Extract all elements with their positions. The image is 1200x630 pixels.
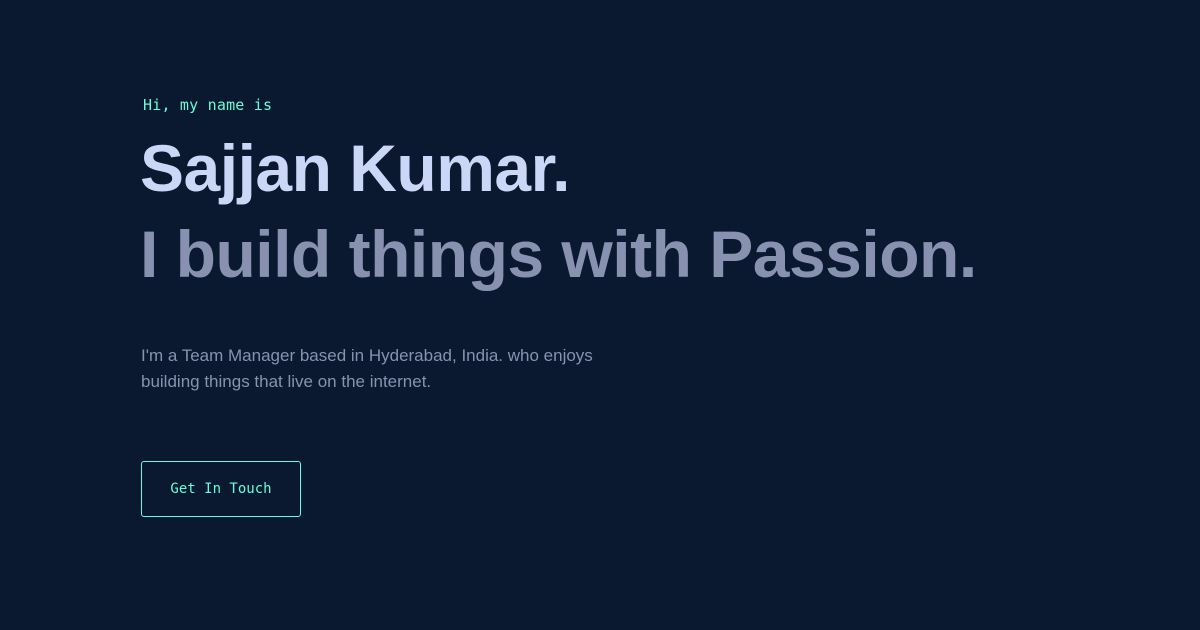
hero-name: Sajjan Kumar.: [140, 131, 571, 205]
hero-bio: I'm a Team Manager based in Hyderabad, I…: [141, 346, 593, 391]
hero-tagline: I build things with Passion.: [140, 217, 977, 291]
get-in-touch-button[interactable]: Get In Touch: [141, 461, 301, 517]
intro-text: Hi, my name is: [143, 96, 273, 114]
hero-section: Hi, my name is Sajjan Kumar. I build thi…: [0, 0, 1200, 630]
